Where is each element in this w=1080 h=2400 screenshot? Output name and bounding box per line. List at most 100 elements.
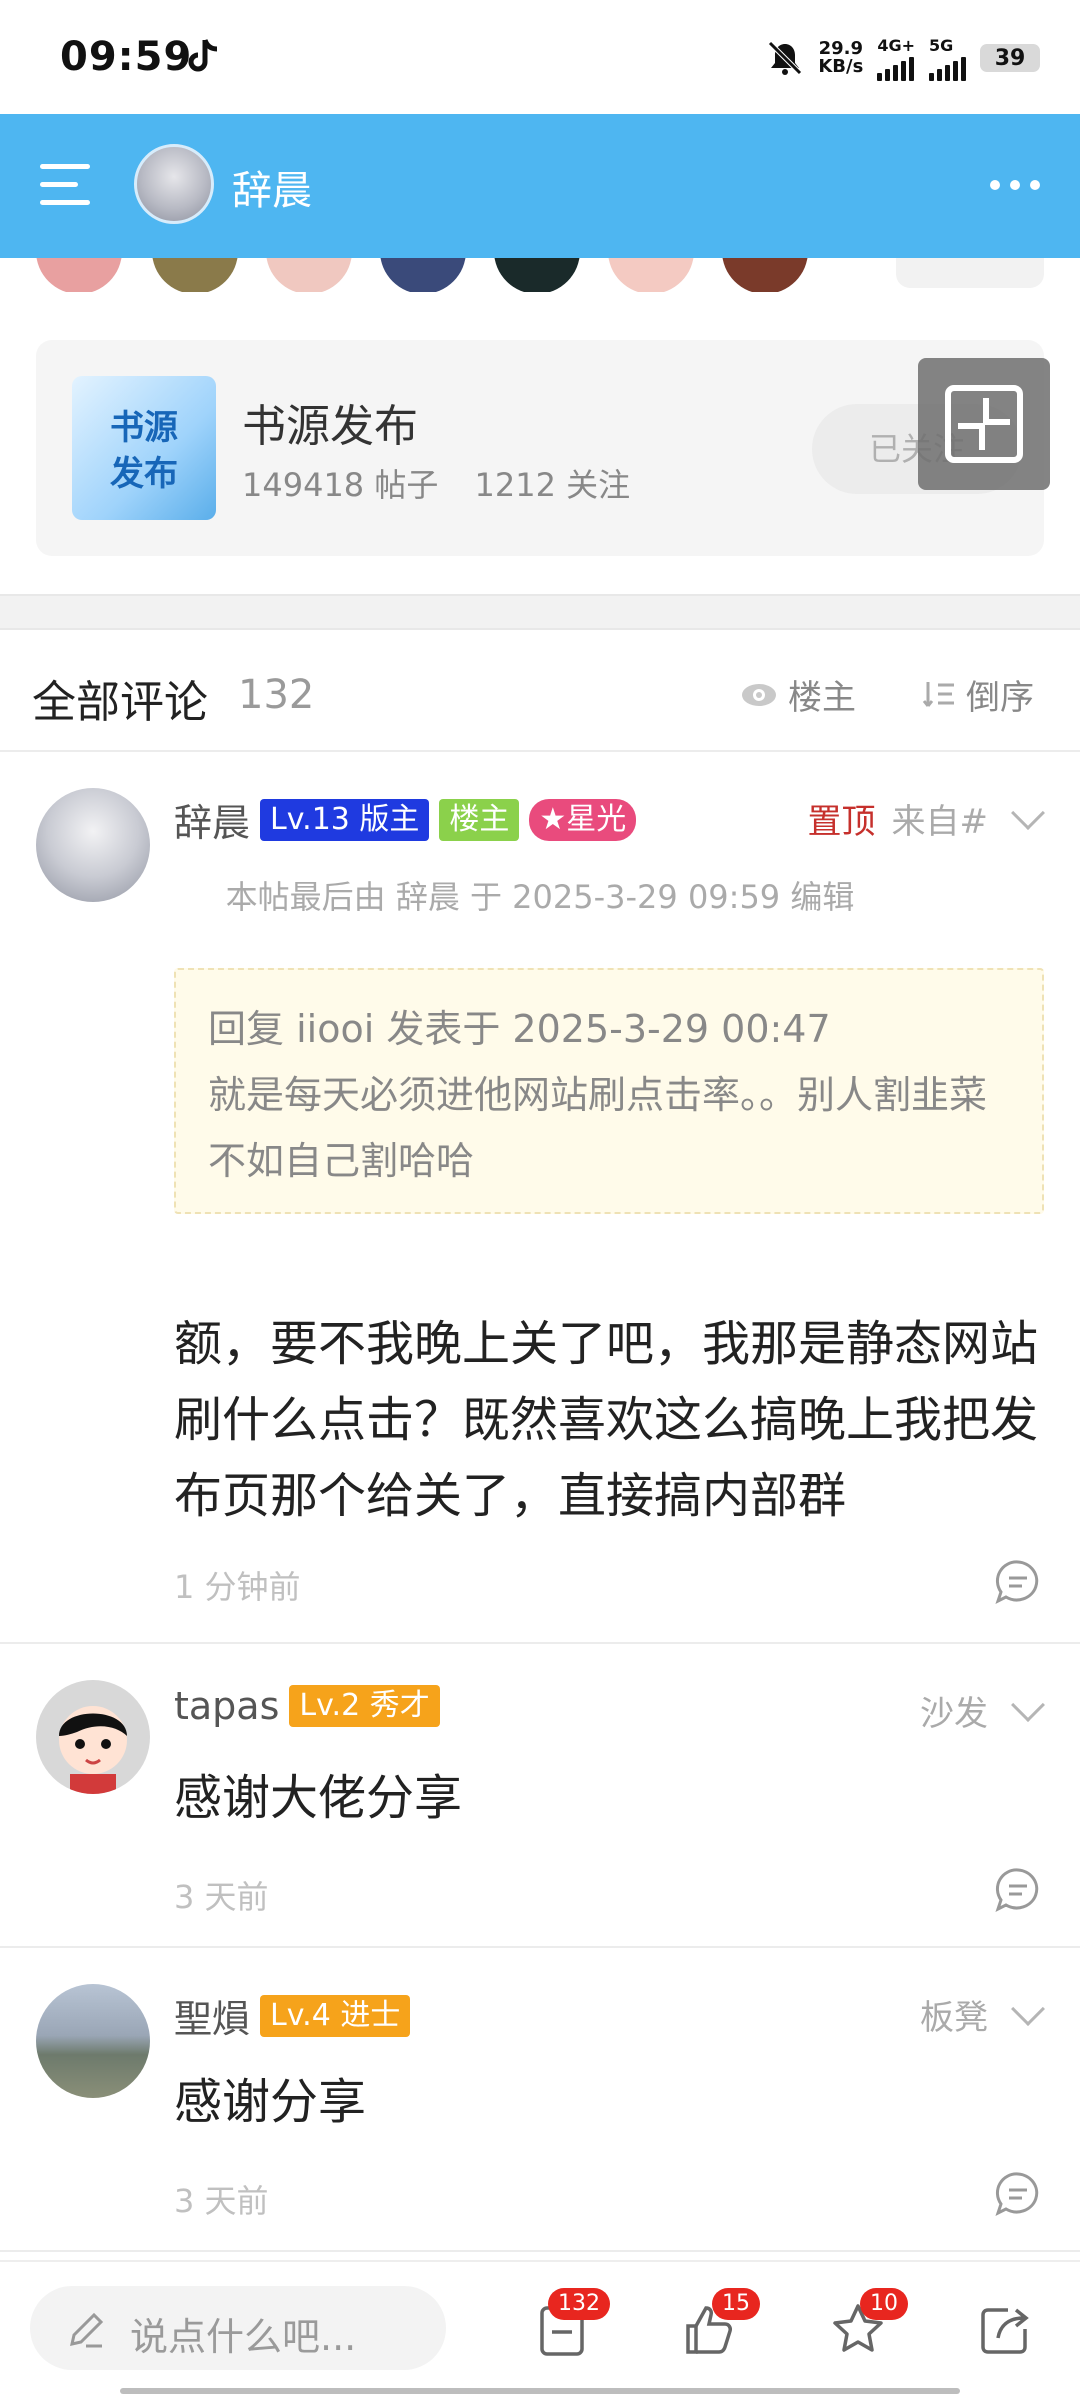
pencil-icon: [70, 2312, 104, 2348]
nav-avatar[interactable]: [134, 144, 214, 224]
pinned-label: 置顶: [807, 802, 876, 842]
comment-input[interactable]: 说点什么吧...: [30, 2286, 446, 2370]
home-indicator[interactable]: [120, 2388, 960, 2394]
level-badge: Lv.13 版主: [260, 798, 430, 841]
signal-bars-icon: [929, 55, 966, 81]
strip-more-button[interactable]: [896, 258, 1044, 288]
forum-posts: 149418 帖子: [242, 466, 439, 504]
comment-meta-right: 置顶 来自#: [807, 794, 1045, 843]
net-type-4g: 4G+: [877, 35, 915, 55]
owner-only-filter[interactable]: 楼主: [740, 670, 856, 719]
comment-time: 3 天前: [174, 1878, 269, 1916]
quote-body: 就是每天必须进他网站刷点击率。。别人割韭菜不如自己割哈哈: [208, 1073, 988, 1183]
comment-author[interactable]: 聖熉: [174, 1988, 250, 2043]
forum-card[interactable]: 书源 发布 书源发布 149418 帖子 1212 关注 已关注: [36, 340, 1044, 556]
signal-4g: 4G+: [877, 36, 915, 81]
reply-icon[interactable]: [994, 2170, 1042, 2218]
comment-meta-right: 板凳: [920, 1990, 1045, 2039]
avatar[interactable]: [266, 258, 352, 292]
avatar[interactable]: [36, 1680, 150, 1794]
forum-logo-text-1: 书源: [110, 408, 178, 448]
comments-count-badge: 132: [548, 2288, 610, 2320]
comment-body: 额，要不我晚上关了吧，我那是静态网站刷什么点击？既然喜欢这么搞晚上我把发布页那个…: [174, 1316, 1039, 1524]
chevron-down-icon[interactable]: [1011, 1991, 1045, 2026]
status-right: 29.9 KB/s 4G+ 5G 39: [766, 36, 1040, 81]
sort-label: 倒序: [966, 678, 1034, 718]
owner-only-label: 楼主: [788, 678, 856, 718]
forum-name: 书源发布: [242, 401, 418, 452]
menu-icon[interactable]: [40, 164, 90, 208]
comments-header: 全部评论 132 楼主 倒序: [0, 630, 1080, 752]
comment-author-line: tapas Lv.2 秀才: [174, 1684, 440, 1728]
comment-author-line: 聖熉 Lv.4 进士: [174, 1988, 411, 2043]
edit-note: 本帖最后由 辞晨 于 2025-3-29 09:59 编辑: [225, 878, 855, 916]
net-speed-unit: KB/s: [818, 56, 864, 77]
comments-title: 全部评论: [32, 677, 208, 728]
forum-logo-text-2: 发布: [110, 454, 178, 494]
mute-bell-icon: [768, 41, 803, 75]
favorite-button[interactable]: 10: [830, 2288, 908, 2358]
chevron-down-icon[interactable]: [1011, 795, 1045, 830]
comment-item: 聖熉 Lv.4 进士 板凳 感谢分享 3 天前: [0, 1948, 1080, 2252]
tiktok-icon: [188, 39, 218, 72]
comment-input-placeholder: 说点什么吧...: [130, 2315, 357, 2359]
status-time: 09:59: [60, 34, 193, 80]
favorites-count-badge: 10: [860, 2288, 908, 2320]
level-badge: Lv.2 秀才: [289, 1685, 440, 1727]
comment-item: 辞晨 Lv.13 版主 楼主 ★星光 置顶 来自# 本帖最后由 辞晨 于 202…: [0, 752, 1080, 1644]
comment-author[interactable]: 辞晨: [174, 792, 250, 847]
avatar[interactable]: [494, 258, 580, 292]
floor-label: 沙发: [920, 1694, 988, 1734]
signal-bars-icon: [877, 55, 915, 81]
comment-time: 1 分钟前: [174, 1568, 301, 1606]
avatar[interactable]: [722, 258, 808, 292]
eye-icon: [742, 683, 776, 706]
top-nav-bar: 辞晨: [0, 114, 1080, 258]
status-bar: 09:59 29.9 KB/s 4G+ 5G 39: [0, 0, 1080, 114]
quoted-reply: 回复 iiooi 发表于 2025-3-29 00:47 就是每天必须进他网站刷…: [174, 968, 1044, 1214]
owner-badge: 楼主: [439, 798, 520, 841]
avatar[interactable]: [36, 1984, 150, 2098]
comment-author[interactable]: tapas: [174, 1684, 279, 1728]
source-label: 来自#: [891, 802, 989, 842]
avatar[interactable]: [380, 258, 466, 292]
comments-button[interactable]: 132: [536, 2288, 610, 2358]
reader-avatars-strip: [0, 258, 1080, 292]
nav-title[interactable]: 辞晨: [232, 158, 312, 216]
share-icon: [981, 2308, 1029, 2354]
share-button[interactable]: [978, 2302, 1034, 2358]
comments-count: 132: [238, 672, 315, 718]
bottom-action-bar: 说点什么吧... 132 15 10: [0, 2260, 1080, 2400]
section-divider: [0, 594, 1080, 630]
avatar[interactable]: [152, 258, 238, 292]
reply-icon[interactable]: [994, 1558, 1042, 1606]
avatar[interactable]: [608, 258, 694, 292]
comment-author-line: 辞晨 Lv.13 版主 楼主 ★星光: [174, 792, 637, 847]
minimize-window-icon[interactable]: [918, 358, 1050, 490]
net-speed: 29.9 KB/s: [818, 40, 863, 76]
chevron-down-icon[interactable]: [1011, 1687, 1045, 1722]
comment-meta-right: 沙发: [920, 1686, 1045, 1735]
avatar[interactable]: [36, 258, 122, 292]
like-button[interactable]: 15: [682, 2288, 760, 2358]
battery-icon: 39: [980, 44, 1040, 72]
forum-stats: 149418 帖子 1212 关注: [242, 460, 656, 506]
likes-count-badge: 15: [712, 2288, 760, 2320]
level-badge: Lv.4 进士: [260, 1994, 411, 2037]
forum-followers: 1212 关注: [474, 466, 631, 504]
reply-icon[interactable]: [994, 1866, 1042, 1914]
comment-time: 3 天前: [174, 2182, 269, 2220]
signal-5g: 5G: [929, 36, 966, 81]
star-badge: ★星光: [529, 798, 637, 841]
sort-icon: [922, 681, 954, 707]
comment-item: tapas Lv.2 秀才 沙发 感谢大佬分享 3 天前: [0, 1644, 1080, 1948]
comment-body: 感谢分享: [174, 2074, 367, 2130]
forum-logo: 书源 发布: [72, 376, 216, 520]
cartoon-avatar: [59, 1706, 127, 1794]
more-options-icon[interactable]: [990, 180, 1040, 190]
floor-label: 板凳: [920, 1998, 988, 2038]
comment-body: 感谢大佬分享: [174, 1770, 463, 1826]
quote-header: 回复 iiooi 发表于 2025-3-29 00:47: [208, 1007, 831, 1051]
net-type-5g: 5G: [929, 35, 954, 55]
sort-toggle[interactable]: 倒序: [922, 670, 1034, 719]
